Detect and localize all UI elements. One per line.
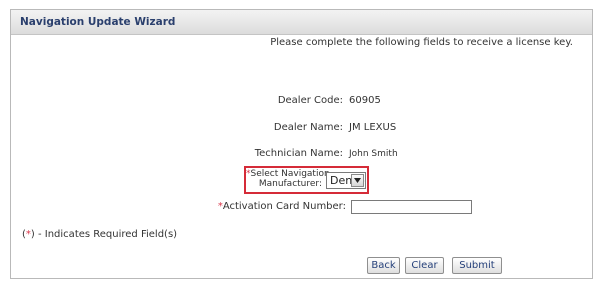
submit-button[interactable]: Submit bbox=[452, 257, 502, 274]
dealer-code-label: Dealer Code: bbox=[277, 95, 343, 106]
wizard-header: Navigation Update Wizard bbox=[11, 10, 592, 35]
chevron-down-icon[interactable] bbox=[351, 174, 364, 187]
dealer-code-value: 60905 bbox=[349, 95, 381, 106]
instruction-text: Please complete the following fields to … bbox=[270, 37, 573, 48]
activation-card-input[interactable] bbox=[351, 200, 472, 214]
back-button[interactable]: Back bbox=[367, 257, 400, 274]
clear-button[interactable]: Clear bbox=[405, 257, 444, 274]
required-field-note: (*) - Indicates Required Field(s) bbox=[22, 229, 177, 240]
activation-card-label: *Activation Card Number: bbox=[200, 201, 346, 212]
technician-name-value: John Smith bbox=[349, 149, 398, 159]
manufacturer-label-line1: Select Navigation bbox=[250, 169, 330, 179]
manufacturer-select[interactable]: Denso bbox=[326, 172, 366, 189]
activation-card-label-text: Activation Card Number: bbox=[222, 201, 346, 212]
manufacturer-label: *Select Navigation Manufacturer: bbox=[246, 169, 330, 189]
manufacturer-highlight: *Select Navigation Manufacturer: Denso bbox=[244, 166, 369, 194]
dealer-name-value: JM LEXUS bbox=[349, 122, 397, 133]
technician-name-label: Technician Name: bbox=[254, 148, 343, 159]
required-note-text: ) - Indicates Required Field(s) bbox=[30, 229, 178, 240]
manufacturer-label-line2: Manufacturer: bbox=[258, 179, 322, 189]
wizard-title: Navigation Update Wizard bbox=[20, 16, 176, 28]
dealer-name-label: Dealer Name: bbox=[273, 122, 343, 133]
